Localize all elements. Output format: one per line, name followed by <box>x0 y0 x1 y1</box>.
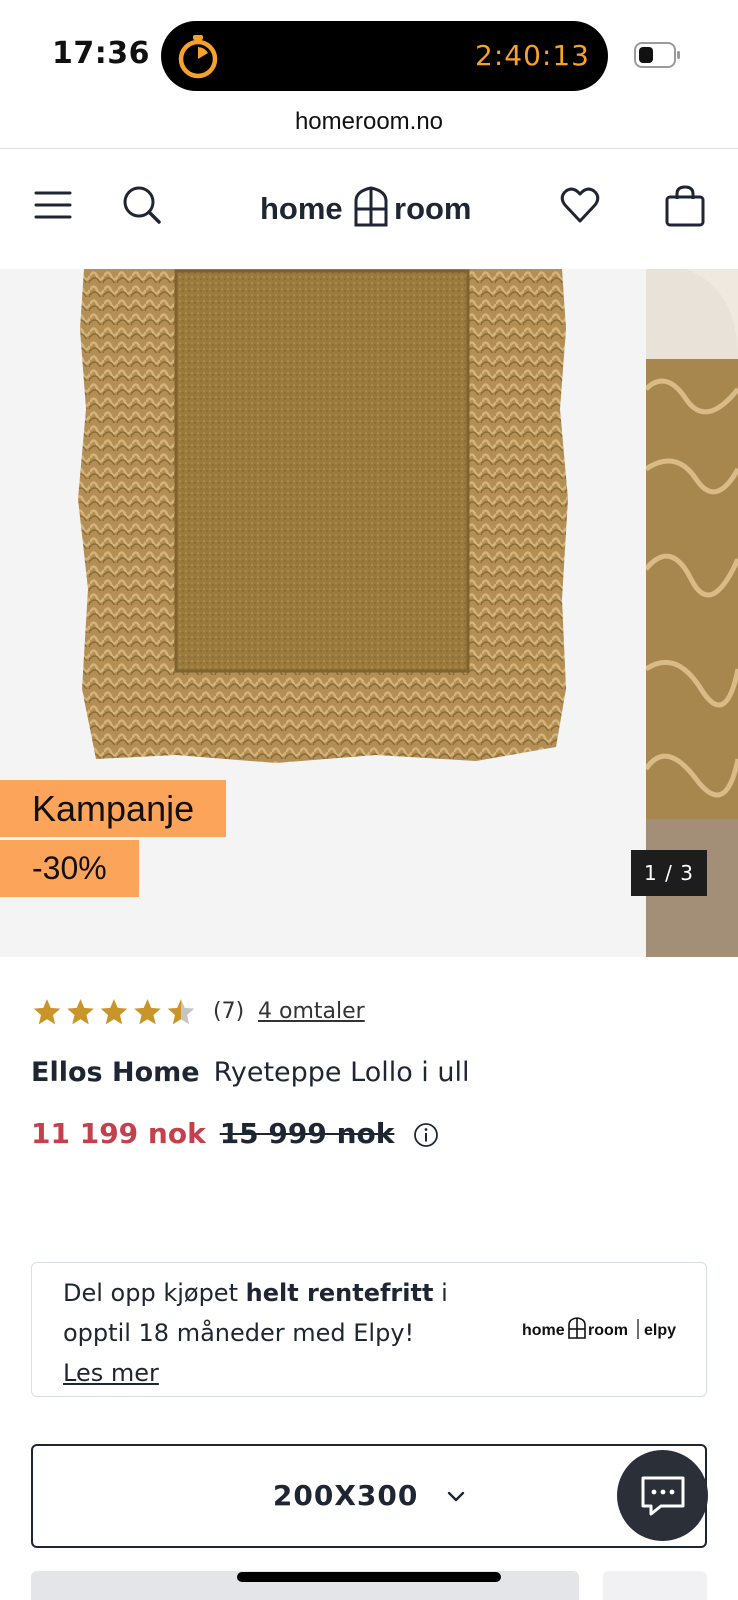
secondary-action-button[interactable] <box>603 1571 707 1600</box>
chevron-down-icon <box>447 1491 465 1502</box>
rug-product-image <box>78 269 568 763</box>
stopwatch-icon <box>178 35 218 79</box>
info-icon[interactable] <box>413 1122 439 1148</box>
status-time: 17:36 <box>52 36 150 71</box>
chat-button[interactable] <box>617 1450 708 1541</box>
product-name: Ryeteppe Lollo i ull <box>213 1057 470 1088</box>
star-icon <box>134 999 161 1025</box>
star-icon <box>100 999 128 1025</box>
chat-bubble-icon <box>641 1476 685 1516</box>
star-icon <box>67 999 94 1025</box>
product-image-gallery[interactable]: Kampanje -30% 1 / 3 <box>0 269 738 957</box>
discount-badge: -30% <box>0 840 139 897</box>
battery-icon <box>634 42 680 68</box>
price-row: 11 199 nok 15 999 nok <box>31 1117 439 1150</box>
logo-text-home: home <box>260 191 343 226</box>
product-brand[interactable]: Ellos Home <box>31 1057 200 1088</box>
heart-icon[interactable] <box>560 185 600 225</box>
star-rating[interactable] <box>32 997 196 1029</box>
star-icon <box>33 999 61 1025</box>
site-header: home room <box>0 149 738 269</box>
home-indicator <box>237 1572 501 1582</box>
elpy-logo-home: home <box>522 1322 565 1339</box>
sale-price: 11 199 nok <box>31 1117 206 1150</box>
size-select[interactable]: 200X300 <box>31 1444 707 1548</box>
hamburger-menu-icon[interactable] <box>34 189 72 221</box>
timer-readout: 2:40:13 <box>475 39 590 72</box>
gallery-slide-1[interactable]: Kampanje -30% <box>0 269 645 957</box>
read-more-link[interactable]: Les mer <box>63 1359 159 1387</box>
address-bar-url[interactable]: homeroom.no <box>0 108 738 136</box>
shopping-bag-icon[interactable] <box>664 185 706 227</box>
elpy-text-start: Del opp kjøpet <box>63 1279 246 1307</box>
elpy-logo-room: room <box>588 1322 628 1339</box>
logo-text-room: room <box>394 191 472 226</box>
star-icon <box>167 999 195 1025</box>
product-title: Ellos Home Ryeteppe Lollo i ull <box>31 1057 470 1088</box>
status-bar: 17:36 2:40:13 homeroom.no <box>0 0 738 135</box>
dynamic-island[interactable]: 2:40:13 <box>161 21 608 91</box>
elpy-financing-banner: Del opp kjøpet helt rentefritt i opptil … <box>31 1262 707 1397</box>
original-price: 15 999 nok <box>219 1117 395 1150</box>
homeroom-elpy-logo: home room elpy <box>522 1317 676 1339</box>
elpy-logo-elpy: elpy <box>644 1322 676 1339</box>
reviews-link[interactable]: 4 omtaler <box>258 999 365 1024</box>
gallery-pager: 1 / 3 <box>631 850 707 896</box>
homeroom-logo[interactable]: home room <box>260 185 480 229</box>
size-select-value: 200X300 <box>272 1479 419 1512</box>
review-count: (7) <box>213 999 245 1024</box>
campaign-badge: Kampanje <box>0 780 227 837</box>
elpy-text-bold: helt rentefritt <box>245 1279 434 1307</box>
elpy-text: Del opp kjøpet helt rentefritt i opptil … <box>63 1273 483 1393</box>
search-icon[interactable] <box>122 185 162 225</box>
